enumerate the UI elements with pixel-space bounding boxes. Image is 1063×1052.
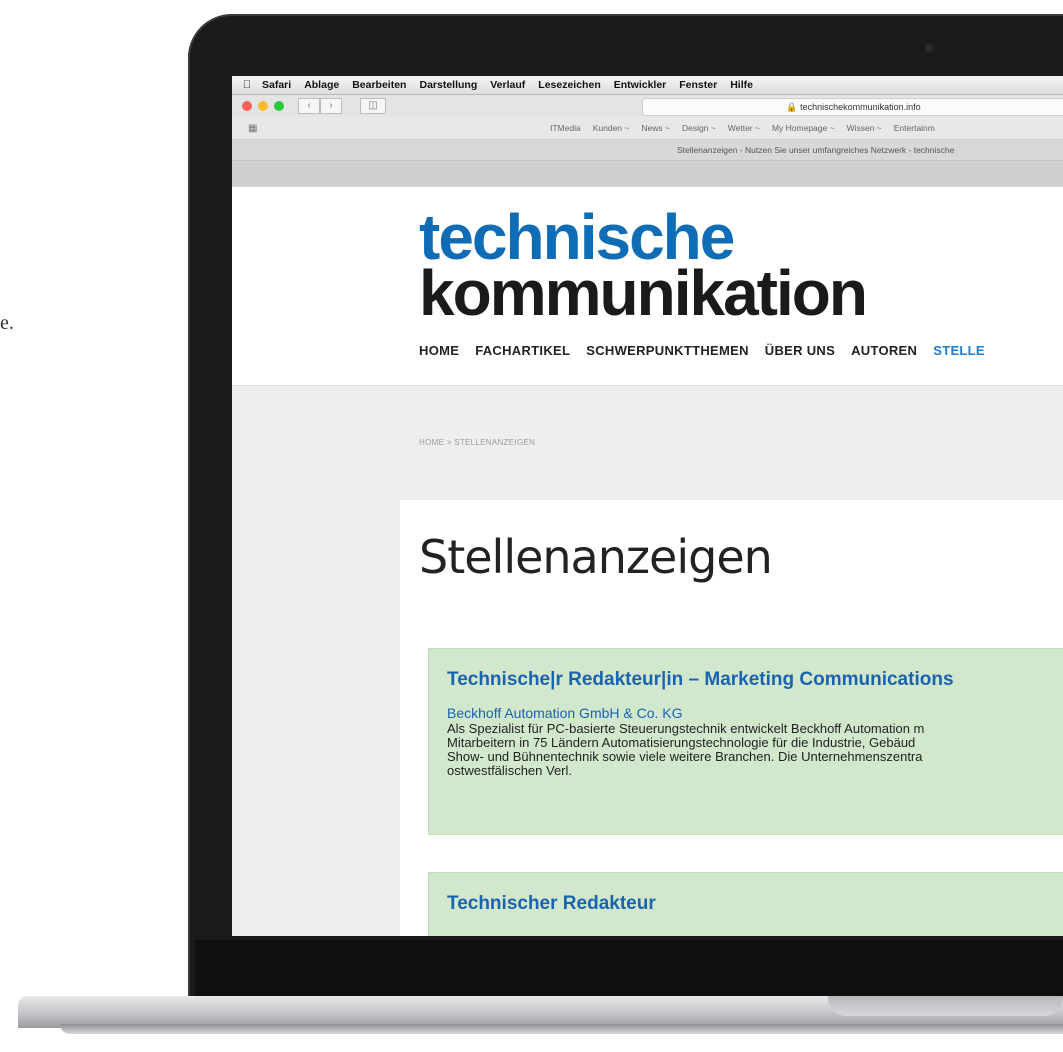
back-icon[interactable]: ‹ [298,98,320,114]
fav-design[interactable]: Design ~ [682,123,716,133]
fav-wetter[interactable]: Wetter ~ [728,123,760,133]
menu-darstellung[interactable]: Darstellung [419,79,477,91]
job-listing[interactable]: Technischer Redakteur [428,872,1063,936]
menu-hilfe[interactable]: Hilfe [730,79,753,91]
favorites-bar: ▦ ITMedia Kunden ~ News ~ Design ~ Wette… [232,117,1063,140]
nav-buttons: ‹ › [298,98,342,114]
job-company[interactable]: Beckhoff Automation GmbH & Co. KG [447,705,683,721]
nav-autoren[interactable]: AUTOREN [851,343,917,358]
nav-ueber-uns[interactable]: ÜBER UNS [765,343,835,358]
zoom-icon[interactable] [274,101,284,111]
menu-entwickler[interactable]: Entwickler [614,79,667,91]
sidebar-toggle-icon[interactable]: ◫ [360,98,386,114]
page-title: Stellenanzeigen [419,530,773,584]
menu-safari[interactable]: Safari [262,79,291,91]
fav-itmedia[interactable]: ITMedia [550,123,581,133]
nav-stellenanzeigen[interactable]: STELLE [933,343,985,358]
job-title[interactable]: Technische|r Redakteur|in – Marketing Co… [447,669,954,691]
address-bar[interactable]: 🔒 technischekommunikation.info [642,98,1063,116]
grid-icon[interactable]: ▦ [248,123,257,134]
laptop-base-edge [60,1024,1063,1034]
mac-menubar:  Safari Ablage Bearbeiten Darstellung V… [232,76,1063,95]
forward-icon[interactable]: › [320,98,342,114]
menu-verlauf[interactable]: Verlauf [490,79,525,91]
nav-fachartikel[interactable]: FACHARTIKEL [475,343,570,358]
minimize-icon[interactable] [258,101,268,111]
fav-entertainment[interactable]: Entertainm [894,123,935,133]
stray-text: e. [0,312,14,334]
apple-icon[interactable]:  [232,79,262,91]
nav-home[interactable]: HOME [419,343,459,358]
lock-icon: 🔒 [786,102,798,112]
main-nav: HOME FACHARTIKEL SCHWERPUNKTTHEMEN ÜBER … [419,343,985,358]
content-card: Stellenanzeigen Technische|r Redakteur|i… [400,500,1063,936]
laptop-chin [195,940,1063,996]
menu-lesezeichen[interactable]: Lesezeichen [538,79,600,91]
url-text: technischekommunikation.info [800,102,921,112]
logo-line-2[interactable]: kommunikation [419,261,868,325]
window-controls [242,101,284,111]
fav-wissen[interactable]: Wissen ~ [847,123,882,133]
fav-kunden[interactable]: Kunden ~ [593,123,630,133]
menu-bearbeiten[interactable]: Bearbeiten [352,79,406,91]
menu-ablage[interactable]: Ablage [304,79,339,91]
menu-fenster[interactable]: Fenster [679,79,717,91]
page-top-bar [232,161,1063,187]
tab-active[interactable]: Stellenanzeigen - Nutzen Sie unser umfan… [232,140,1063,161]
fav-my-homepage[interactable]: My Homepage ~ [772,123,835,133]
breadcrumb[interactable]: HOME > STELLENANZEIGEN [419,438,535,447]
site-header: technische kommunikation HOME FACHARTIKE… [232,187,1063,386]
nav-schwerpunktthemen[interactable]: SCHWERPUNKTTHEMEN [586,343,749,358]
laptop-screen:  Safari Ablage Bearbeiten Darstellung V… [232,76,1063,936]
job-title[interactable]: Technischer Redakteur [447,893,656,915]
camera-icon [925,44,933,52]
job-listing[interactable]: Technische|r Redakteur|in – Marketing Co… [428,648,1063,835]
job-description: Als Spezialist für PC-basierte Steuerung… [447,721,925,778]
laptop-opening-notch [828,996,1063,1016]
close-icon[interactable] [242,101,252,111]
fav-news[interactable]: News ~ [641,123,670,133]
browser-toolbar: ‹ › ◫ 🔒 technischekommunikation.info [232,95,1063,117]
